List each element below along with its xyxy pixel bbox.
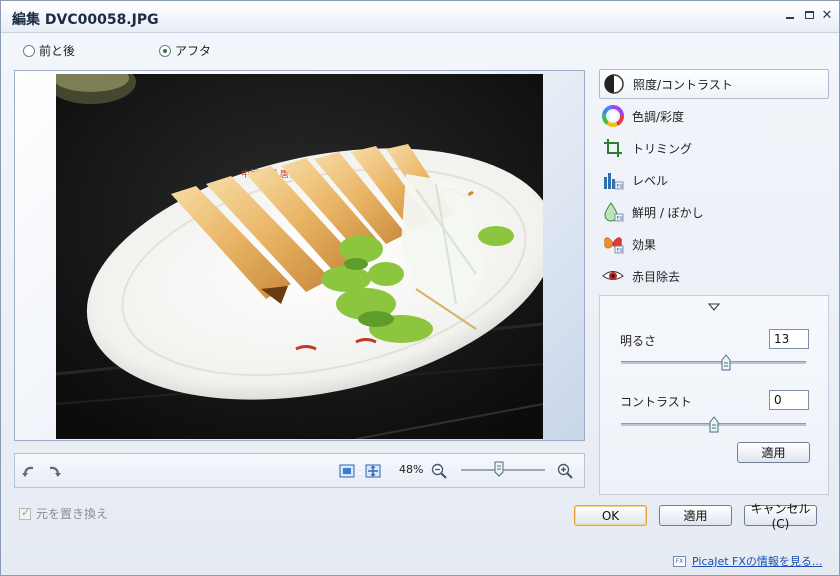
brightness-slider-track[interactable] [621,361,806,364]
tool-sharpen-blur-label: 鮮明 / ぼかし [632,205,704,220]
tool-brightness-contrast[interactable]: 照度/コントラスト [599,69,829,99]
zoom-level: 48% [399,463,424,476]
window-title: 編集 DVC00058.JPG [12,12,159,28]
picajet-info-link-text: PicaJet FXの情報を見る... [692,555,823,568]
title-bar: 編集 DVC00058.JPG ✕ [1,1,839,33]
tool-red-eye-label: 赤目除去 [632,269,681,284]
zoom-slider-thumb[interactable] [494,461,504,477]
close-button[interactable]: ✕ [819,8,835,24]
actual-size-icon[interactable] [365,463,381,479]
editor-window: 編集 DVC00058.JPG ✕ 前と後 アフタ 唐香 48% 照度/コントラ… [0,0,840,576]
undo-arrow-icon[interactable] [21,463,37,479]
butterfly-effect-icon: FX [604,237,624,254]
brightness-label: 明るさ [620,334,657,348]
ok-button[interactable]: OK [574,505,647,526]
radio-before-after[interactable]: 前と後 [23,42,75,59]
tool-red-eye[interactable]: 赤目除去 [599,261,829,291]
contrast-value-input[interactable] [769,390,809,410]
tool-brightness-contrast-label: 照度/コントラスト [633,77,733,92]
minimize-button[interactable] [782,8,798,24]
brightness-value-input[interactable] [769,329,809,349]
radio-circle [23,44,35,57]
half-circle-brightness-icon [604,74,624,94]
zoom-in-magnifier-icon[interactable] [557,463,573,479]
color-wheel-icon [602,105,624,127]
water-drop-icon: FX [604,202,624,222]
tool-effects[interactable]: FX 効果 [599,229,829,259]
radio-circle-selected [159,44,171,57]
replace-original-label: 元を置き換え [36,507,109,521]
tool-crop-label: トリミング [632,141,693,156]
zoom-out-magnifier-icon[interactable] [431,463,447,479]
maximize-icon [804,11,814,19]
checkbox-box [19,506,31,520]
apply-button[interactable]: 適用 [659,505,732,526]
radio-after-label: アフタ [175,44,212,58]
levels-histogram-icon: FX [604,173,624,190]
picajet-info-link[interactable]: FX PicaJet FXの情報を見る... [673,553,822,569]
redo-arrow-icon[interactable] [46,463,62,479]
image-preview-panel: 中国料理 唐香 [14,70,585,441]
radio-before-after-label: 前と後 [39,44,76,58]
svg-text:FX: FX [617,184,624,190]
tool-levels[interactable]: FX レベル [599,165,829,195]
tool-levels-label: レベル [632,173,669,188]
tool-sharpen-blur[interactable]: FX 鮮明 / ぼかし [599,197,829,227]
fx-badge-icon: FX [673,555,686,567]
contrast-slider-thumb[interactable] [709,416,719,433]
replace-original-checkbox[interactable]: 元を置き換え [19,505,108,522]
tool-effects-label: 効果 [632,237,657,252]
svg-text:FX: FX [617,216,624,222]
tool-crop[interactable]: トリミング [599,133,829,163]
fit-to-window-icon[interactable] [339,463,355,479]
collapse-triangle-icon[interactable] [708,303,720,311]
maximize-button[interactable] [801,8,817,24]
radio-after[interactable]: アフタ [159,42,211,59]
svg-text:FX: FX [617,248,624,254]
food-photo: 中国料理 唐香 [56,74,543,439]
cancel-button[interactable]: キャンセル(C) [744,502,817,531]
contrast-label: コントラスト [620,395,692,409]
tool-hue-saturation[interactable]: 色調/彩度 [599,101,829,131]
adjustment-apply-button[interactable]: 適用 [737,442,810,463]
crop-icon [604,139,622,157]
red-eye-icon [602,271,624,280]
photo-preview[interactable]: 中国料理 唐香 [56,74,543,439]
adjustment-panel: 明るさ コントラスト 適用 [599,295,829,495]
brightness-slider-thumb[interactable] [721,354,731,371]
preview-toolbar: 48% [14,453,585,488]
tool-hue-saturation-label: 色調/彩度 [632,109,685,124]
minimize-icon [786,17,794,19]
